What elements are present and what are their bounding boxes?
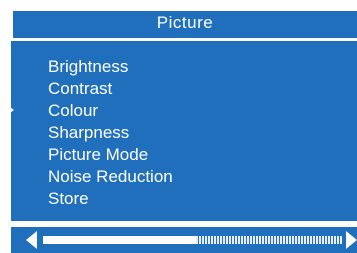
slider-fill (43, 236, 196, 244)
menu-item-brightness[interactable]: Brightness (48, 56, 173, 78)
menu-item-picture-mode[interactable]: Picture Mode (48, 144, 173, 166)
menu-item-sharpness[interactable]: Sharpness (48, 122, 173, 144)
menu-item-store[interactable]: Store (48, 188, 173, 210)
decrease-arrow-icon[interactable] (26, 231, 37, 249)
slider-track[interactable] (43, 236, 343, 244)
menu-panel: Brightness Contrast Colour Sharpness Pic… (11, 41, 357, 221)
menu-item-noise-reduction[interactable]: Noise Reduction (48, 166, 173, 188)
menu-item-contrast[interactable]: Contrast (48, 78, 173, 100)
slider-bar[interactable] (11, 227, 357, 253)
menu-item-colour[interactable]: Colour (48, 100, 173, 122)
menu-title: Picture (156, 13, 214, 32)
menu-list: Brightness Contrast Colour Sharpness Pic… (48, 56, 173, 210)
osd-menu: Picture Brightness Contrast Colour Sharp… (0, 0, 357, 253)
title-bar: Picture (11, 11, 357, 38)
increase-arrow-icon[interactable] (346, 231, 357, 249)
selection-pointer-icon (0, 100, 14, 120)
